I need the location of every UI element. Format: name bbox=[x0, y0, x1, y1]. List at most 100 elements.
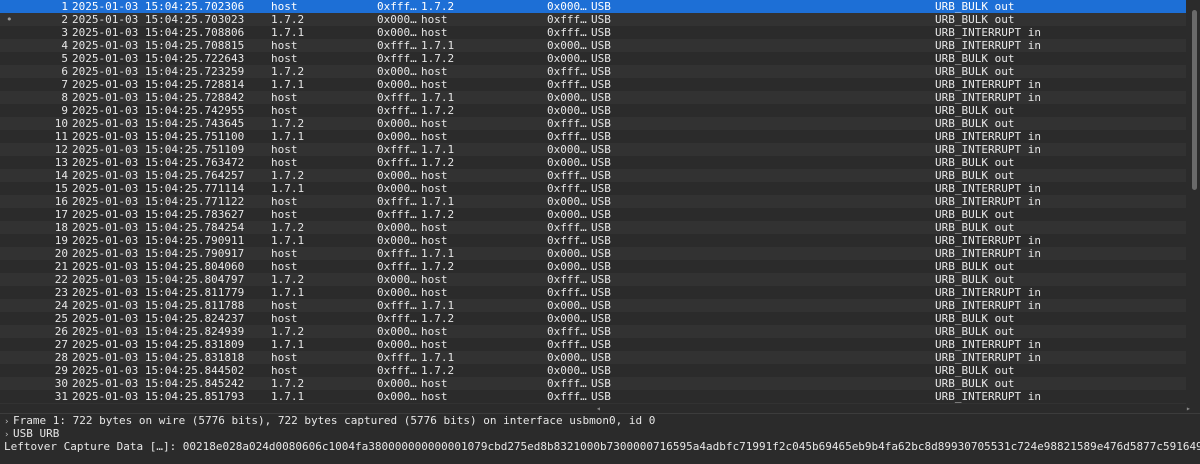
packet-destination-bus: 0xfff… bbox=[547, 273, 587, 286]
packet-time: 2025-01-03 15:04:25.763472 bbox=[72, 156, 245, 169]
packet-source-bus: 0x000… bbox=[377, 130, 417, 143]
scroll-right-icon[interactable]: ▸ bbox=[1186, 404, 1191, 413]
packet-row[interactable]: 14 2025-01-03 15:04:25.764257 1.7.2 0x000… h… bbox=[0, 169, 1200, 182]
packet-source: 1.7.1 bbox=[271, 390, 305, 403]
packet-row[interactable]: 5 2025-01-03 15:04:25.722643 host 0xfff… 1.7… bbox=[0, 52, 1200, 65]
packet-number: 28 bbox=[54, 351, 68, 364]
packet-row[interactable]: 17 2025-01-03 15:04:25.783627 host 0xfff… 1.… bbox=[0, 208, 1200, 221]
detail-leftover[interactable]: Leftover Capture Data […]: 00218e028a024… bbox=[0, 440, 1200, 453]
packet-row[interactable]: 28 2025-01-03 15:04:25.831818 host 0xfff… 1.… bbox=[0, 351, 1200, 364]
packet-row[interactable]: 25 2025-01-03 15:04:25.824237 host 0xfff… 1.… bbox=[0, 312, 1200, 325]
detail-usb-urb-text: USB URB bbox=[13, 427, 60, 440]
horizontal-scrollbar[interactable]: ◂ ▸ bbox=[0, 404, 1200, 413]
packet-destination-bus: 0x000… bbox=[547, 91, 587, 104]
packet-row[interactable]: 23 2025-01-03 15:04:25.811779 1.7.1 0x000… h… bbox=[0, 286, 1200, 299]
packet-row[interactable]: 9 2025-01-03 15:04:25.742955 host 0xfff… 1.7… bbox=[0, 104, 1200, 117]
packet-info: URB_INTERRUPT in bbox=[935, 26, 1041, 39]
detail-frame[interactable]: › Frame 1: 722 bytes on wire (5776 bits),… bbox=[0, 414, 1200, 427]
packet-source-bus: 0x000… bbox=[377, 169, 417, 182]
packet-row[interactable]: 15 2025-01-03 15:04:25.771114 1.7.1 0x000… h… bbox=[0, 182, 1200, 195]
packet-source: 1.7.1 bbox=[271, 286, 305, 299]
packet-number: 17 bbox=[54, 208, 68, 221]
packet-destination: 1.7.1 bbox=[421, 143, 455, 156]
packet-source: 1.7.2 bbox=[271, 377, 305, 390]
packet-source: 1.7.2 bbox=[271, 117, 305, 130]
packet-row[interactable]: 31 2025-01-03 15:04:25.851793 1.7.1 0x000… h… bbox=[0, 390, 1200, 403]
packet-time: 2025-01-03 15:04:25.845242 bbox=[72, 377, 245, 390]
packet-source-bus: 0xfff… bbox=[377, 351, 417, 364]
packet-row[interactable]: 7 2025-01-03 15:04:25.728814 1.7.1 0x000… ho… bbox=[0, 78, 1200, 91]
packet-row[interactable]: • 2 2025-01-03 15:04:25.703023 1.7.2 0x000… h… bbox=[0, 13, 1200, 26]
packet-row[interactable]: 16 2025-01-03 15:04:25.771122 host 0xfff… 1.… bbox=[0, 195, 1200, 208]
scrollbar-thumb[interactable] bbox=[1192, 10, 1197, 190]
packet-protocol: USB bbox=[591, 221, 611, 234]
packet-destination: host bbox=[421, 130, 448, 143]
scroll-left-icon[interactable]: ◂ bbox=[596, 404, 601, 413]
packet-destination-bus: 0xfff… bbox=[547, 325, 587, 338]
vertical-scrollbar[interactable] bbox=[1186, 0, 1200, 404]
packet-time: 2025-01-03 15:04:25.831818 bbox=[72, 351, 245, 364]
packet-row[interactable]: 18 2025-01-03 15:04:25.784254 1.7.2 0x000… h… bbox=[0, 221, 1200, 234]
packet-row[interactable]: 4 2025-01-03 15:04:25.708815 host 0xfff… 1.7… bbox=[0, 39, 1200, 52]
packet-number: 30 bbox=[54, 377, 68, 390]
packet-protocol: USB bbox=[591, 117, 611, 130]
packet-row[interactable]: 10 2025-01-03 15:04:25.743645 1.7.2 0x000… h… bbox=[0, 117, 1200, 130]
packet-list[interactable]: 1 2025-01-03 15:04:25.702306 host 0xfff… 1.7… bbox=[0, 0, 1200, 404]
packet-number: 26 bbox=[54, 325, 68, 338]
packet-number: 14 bbox=[54, 169, 68, 182]
packet-row[interactable]: 6 2025-01-03 15:04:25.723259 1.7.2 0x000… ho… bbox=[0, 65, 1200, 78]
packet-info: URB_INTERRUPT in bbox=[935, 143, 1041, 156]
packet-row[interactable]: 8 2025-01-03 15:04:25.728842 host 0xfff… 1.7… bbox=[0, 91, 1200, 104]
packet-time: 2025-01-03 15:04:25.703023 bbox=[72, 13, 245, 26]
packet-source: host bbox=[271, 260, 298, 273]
packet-row[interactable]: 3 2025-01-03 15:04:25.708806 1.7.1 0x000… ho… bbox=[0, 26, 1200, 39]
packet-row[interactable]: 13 2025-01-03 15:04:25.763472 host 0xfff… 1.… bbox=[0, 156, 1200, 169]
packet-destination-bus: 0xfff… bbox=[547, 65, 587, 78]
packet-source: host bbox=[271, 52, 298, 65]
packet-row[interactable]: 1 2025-01-03 15:04:25.702306 host 0xfff… 1.7… bbox=[0, 0, 1200, 13]
packet-protocol: USB bbox=[591, 273, 611, 286]
packet-row[interactable]: 22 2025-01-03 15:04:25.804797 1.7.2 0x000… h… bbox=[0, 273, 1200, 286]
packet-source-bus: 0x000… bbox=[377, 13, 417, 26]
packet-time: 2025-01-03 15:04:25.790917 bbox=[72, 247, 245, 260]
packet-protocol: USB bbox=[591, 39, 611, 52]
packet-info: URB_BULK out bbox=[935, 221, 1015, 234]
packet-time: 2025-01-03 15:04:25.722643 bbox=[72, 52, 245, 65]
detail-usb-urb[interactable]: › USB URB bbox=[0, 427, 1200, 440]
packet-row[interactable]: 20 2025-01-03 15:04:25.790917 host 0xfff… 1.… bbox=[0, 247, 1200, 260]
packet-source-bus: 0xfff… bbox=[377, 208, 417, 221]
packet-destination-bus: 0xfff… bbox=[547, 78, 587, 91]
packet-source: 1.7.2 bbox=[271, 169, 305, 182]
packet-source: host bbox=[271, 299, 298, 312]
packet-destination-bus: 0x000… bbox=[547, 104, 587, 117]
packet-row[interactable]: 24 2025-01-03 15:04:25.811788 host 0xfff… 1.… bbox=[0, 299, 1200, 312]
packet-protocol: USB bbox=[591, 325, 611, 338]
packet-destination-bus: 0x000… bbox=[547, 299, 587, 312]
packet-row[interactable]: 21 2025-01-03 15:04:25.804060 host 0xfff… 1.… bbox=[0, 260, 1200, 273]
packet-protocol: USB bbox=[591, 260, 611, 273]
packet-row[interactable]: 29 2025-01-03 15:04:25.844502 host 0xfff… 1.… bbox=[0, 364, 1200, 377]
packet-source-bus: 0xfff… bbox=[377, 104, 417, 117]
packet-destination: 1.7.2 bbox=[421, 52, 455, 65]
packet-info: URB_BULK out bbox=[935, 52, 1015, 65]
packet-number: 1 bbox=[61, 0, 68, 13]
packet-number: 3 bbox=[61, 26, 68, 39]
packet-info: URB_BULK out bbox=[935, 273, 1015, 286]
packet-destination: host bbox=[421, 169, 448, 182]
packet-destination: host bbox=[421, 325, 448, 338]
packet-row[interactable]: 12 2025-01-03 15:04:25.751109 host 0xfff… 1.… bbox=[0, 143, 1200, 156]
packet-protocol: USB bbox=[591, 390, 611, 403]
packet-source-bus: 0x000… bbox=[377, 182, 417, 195]
packet-source: 1.7.1 bbox=[271, 130, 305, 143]
packet-number: 18 bbox=[54, 221, 68, 234]
packet-destination: host bbox=[421, 286, 448, 299]
packet-source: 1.7.1 bbox=[271, 182, 305, 195]
packet-row[interactable]: 11 2025-01-03 15:04:25.751100 1.7.1 0x000… h… bbox=[0, 130, 1200, 143]
packet-time: 2025-01-03 15:04:25.851793 bbox=[72, 390, 245, 403]
packet-row[interactable]: 30 2025-01-03 15:04:25.845242 1.7.2 0x000… h… bbox=[0, 377, 1200, 390]
packet-row[interactable]: 19 2025-01-03 15:04:25.790911 1.7.1 0x000… h… bbox=[0, 234, 1200, 247]
packet-row[interactable]: 27 2025-01-03 15:04:25.831809 1.7.1 0x000… h… bbox=[0, 338, 1200, 351]
packet-row[interactable]: 26 2025-01-03 15:04:25.824939 1.7.2 0x000… h… bbox=[0, 325, 1200, 338]
packet-source: host bbox=[271, 104, 298, 117]
packet-time: 2025-01-03 15:04:25.708806 bbox=[72, 26, 245, 39]
